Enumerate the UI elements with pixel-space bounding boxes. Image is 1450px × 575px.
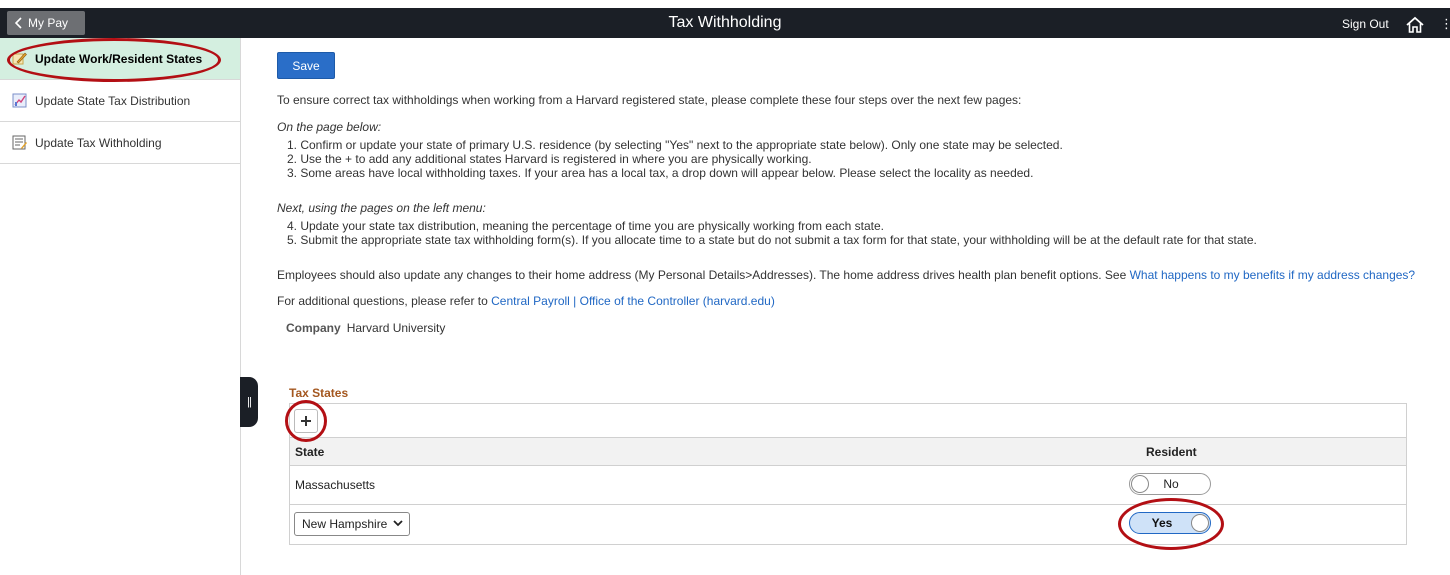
sidebar-item-update-tax-withholding[interactable]: Update Tax Withholding — [0, 122, 240, 164]
benefits-address-link[interactable]: What happens to my benefits if my addres… — [1130, 268, 1416, 282]
section-heading-page-below: On the page below: — [277, 120, 382, 134]
state-name: Massachusetts — [295, 478, 376, 492]
step-3: 3. Some areas have local withholding tax… — [287, 166, 1034, 180]
chevron-down-icon — [393, 520, 403, 527]
page-title: Tax Withholding — [668, 14, 782, 31]
toggle-label: No — [1163, 477, 1179, 491]
step-1: 1. Confirm or update your state of prima… — [287, 138, 1063, 152]
grid-header-row — [290, 437, 1406, 466]
address-note-text: Employees should also update any changes… — [277, 268, 1130, 282]
actions-menu-icon[interactable]: ⋮ — [1440, 16, 1450, 32]
toggle-label: Yes — [1151, 516, 1173, 530]
save-button[interactable]: Save — [277, 52, 335, 79]
row-divider — [290, 504, 1406, 505]
address-note: Employees should also update any changes… — [277, 268, 1415, 282]
pause-bars-icon: || — [247, 396, 252, 408]
company-value: Harvard University — [346, 321, 446, 335]
central-payroll-link[interactable]: Central Payroll | Office of the Controll… — [491, 294, 775, 308]
sidebar-item-label: Update State Tax Distribution — [35, 93, 191, 108]
step-4: 4. Update your state tax distribution, m… — [287, 219, 884, 233]
sidebar-item-label: Update Work/Resident States — [35, 51, 203, 66]
sidebar-item-update-state-tax-distribution[interactable]: Update State Tax Distribution — [0, 80, 240, 122]
chart-distribution-icon — [12, 93, 27, 108]
step-2: 2. Use the + to add any additional state… — [287, 152, 812, 166]
tax-states-title: Tax States — [289, 386, 349, 400]
state-dropdown[interactable]: New Hampshire — [294, 512, 410, 536]
add-state-button[interactable] — [294, 409, 318, 433]
sidebar: Update Work/Resident States Update State… — [0, 38, 241, 575]
section-heading-left-menu: Next, using the pages on the left menu: — [277, 201, 486, 215]
column-header-state: State — [295, 445, 325, 459]
company-row: Company Harvard University — [286, 321, 445, 335]
resident-toggle[interactable]: No — [1129, 473, 1211, 495]
form-document-icon — [12, 135, 27, 150]
collapse-sidebar-handle[interactable]: || — [240, 377, 258, 427]
tax-states-grid — [289, 403, 1407, 545]
edit-pencil-icon — [12, 52, 27, 65]
questions-note-text: For additional questions, please refer t… — [277, 294, 492, 308]
company-label: Company — [286, 321, 341, 335]
questions-note: For additional questions, please refer t… — [277, 294, 775, 308]
intro-text: To ensure correct tax withholdings when … — [277, 93, 1022, 107]
state-dropdown-value: New Hampshire — [302, 517, 388, 531]
sign-out-link[interactable]: Sign Out — [1342, 17, 1389, 31]
resident-toggle[interactable]: Yes — [1129, 512, 1211, 534]
step-5: 5. Submit the appropriate state tax with… — [287, 233, 1257, 247]
home-icon[interactable] — [1404, 14, 1426, 36]
sidebar-item-label: Update Tax Withholding — [35, 135, 162, 150]
column-header-resident: Resident — [1146, 445, 1197, 459]
sidebar-item-update-work-resident-states[interactable]: Update Work/Resident States — [0, 38, 240, 80]
